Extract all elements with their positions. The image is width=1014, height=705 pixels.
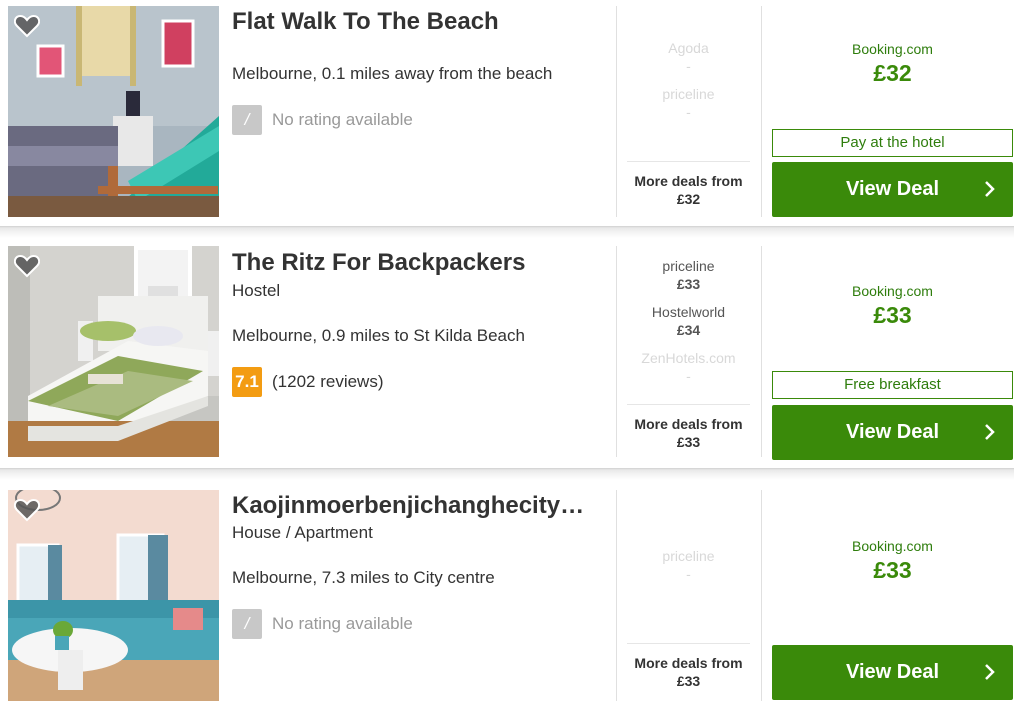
deal-site: ZenHotels.com <box>641 350 736 366</box>
rating-row: / No rating available <box>232 609 413 639</box>
view-deal-label: View Deal <box>845 178 940 200</box>
heart-icon[interactable] <box>14 254 40 278</box>
deal-item[interactable]: priceline - <box>627 85 750 121</box>
other-deals: priceline £33 Hostelworld £34 ZenHotels.… <box>627 257 750 395</box>
hotel-photo[interactable] <box>8 490 219 701</box>
more-deals-link[interactable]: More deals from £33 <box>627 404 750 451</box>
hotel-location: Melbourne, 0.1 miles away from the beach <box>232 64 553 83</box>
chevron-right-icon <box>985 664 995 680</box>
best-deal[interactable]: Booking.com £33 <box>772 282 1013 330</box>
view-deal-label: View Deal <box>845 661 940 683</box>
more-deals-label: More deals from <box>634 655 743 671</box>
deal-site: Hostelworld <box>651 304 726 320</box>
deal-price: - <box>686 104 691 120</box>
other-deals: Agoda - priceline - <box>627 39 750 131</box>
column-divider <box>616 6 617 217</box>
rating-text: No rating available <box>272 110 413 129</box>
hotel-photo[interactable] <box>8 6 219 217</box>
card-separator <box>0 226 1014 238</box>
deal-item[interactable]: ZenHotels.com - <box>627 349 750 385</box>
more-deals-link[interactable]: More deals from £32 <box>627 161 750 208</box>
deal-site: Agoda <box>668 40 709 56</box>
rating-badge: 7.1 <box>232 367 262 397</box>
hotel-title[interactable]: Flat Walk To The Beach <box>232 8 604 36</box>
more-deals-price: £32 <box>676 191 701 207</box>
best-deal-site: Booking.com <box>852 538 933 554</box>
view-deal-button[interactable]: View Deal <box>772 645 1013 700</box>
deal-price: - <box>686 566 691 582</box>
card-separator <box>0 468 1014 480</box>
rating-row: 7.1 (1202 reviews) <box>232 367 384 397</box>
rating-row: / No rating available <box>232 105 413 135</box>
hotel-location: Melbourne, 0.9 miles to St Kilda Beach <box>232 326 525 345</box>
column-divider <box>761 246 762 457</box>
more-deals-link[interactable]: More deals from £33 <box>627 643 750 690</box>
deal-price: - <box>686 58 691 74</box>
more-deals-label: More deals from <box>634 416 743 432</box>
deal-price: £34 <box>676 322 701 338</box>
view-deal-button[interactable]: View Deal <box>772 162 1013 217</box>
heart-icon[interactable] <box>14 498 40 522</box>
perk-badge: Free breakfast <box>772 371 1013 399</box>
more-deals-price: £33 <box>676 434 701 450</box>
hotel-photo[interactable] <box>8 246 219 457</box>
hotel-location: Melbourne, 7.3 miles to City centre <box>232 568 495 587</box>
best-deal[interactable]: Booking.com £32 <box>772 40 1013 88</box>
rating-text[interactable]: (1202 reviews) <box>272 372 384 392</box>
best-deal[interactable]: Booking.com £33 <box>772 537 1013 585</box>
hotel-card: Flat Walk To The Beach Melbourne, 0.1 mi… <box>0 0 1014 226</box>
hotel-title[interactable]: The Ritz For Backpackers <box>232 249 604 277</box>
more-deals-price: £33 <box>676 673 701 689</box>
column-divider <box>761 6 762 217</box>
hotel-card: The Ritz For Backpackers Hostel Melbourn… <box>0 238 1014 468</box>
property-type: House / Apartment <box>232 523 373 542</box>
perk-badge: Pay at the hotel <box>772 129 1013 157</box>
more-deals-label: More deals from <box>634 173 743 189</box>
view-deal-button[interactable]: View Deal <box>772 405 1013 460</box>
deal-item[interactable]: priceline £33 <box>627 257 750 293</box>
deal-item[interactable]: Agoda - <box>627 39 750 75</box>
column-divider <box>761 490 762 701</box>
deal-item[interactable]: Hostelworld £34 <box>627 303 750 339</box>
best-deal-price: £33 <box>873 557 912 583</box>
best-deal-site: Booking.com <box>852 283 933 299</box>
deal-price: - <box>686 368 691 384</box>
best-deal-site: Booking.com <box>852 41 933 57</box>
deal-site: priceline <box>662 548 715 564</box>
deal-price: £33 <box>676 276 701 292</box>
column-divider <box>616 246 617 457</box>
best-deal-price: £33 <box>873 302 912 328</box>
deal-site: priceline <box>662 86 715 102</box>
heart-icon[interactable] <box>14 14 40 38</box>
column-divider <box>616 490 617 701</box>
deal-site: priceline <box>662 258 715 274</box>
property-type: Hostel <box>232 281 281 300</box>
hotel-card: Kaojinmoerbenjichanghecity… House / Apar… <box>0 480 1014 705</box>
other-deals: priceline - <box>627 547 750 593</box>
rating-text: No rating available <box>272 614 413 633</box>
rating-badge: / <box>232 105 262 135</box>
rating-badge: / <box>232 609 262 639</box>
deal-item[interactable]: priceline - <box>627 547 750 583</box>
best-deal-price: £32 <box>873 60 912 86</box>
hotel-title[interactable]: Kaojinmoerbenjichanghecity… <box>232 492 604 520</box>
chevron-right-icon <box>985 181 995 197</box>
view-deal-label: View Deal <box>845 421 940 443</box>
chevron-right-icon <box>985 424 995 440</box>
